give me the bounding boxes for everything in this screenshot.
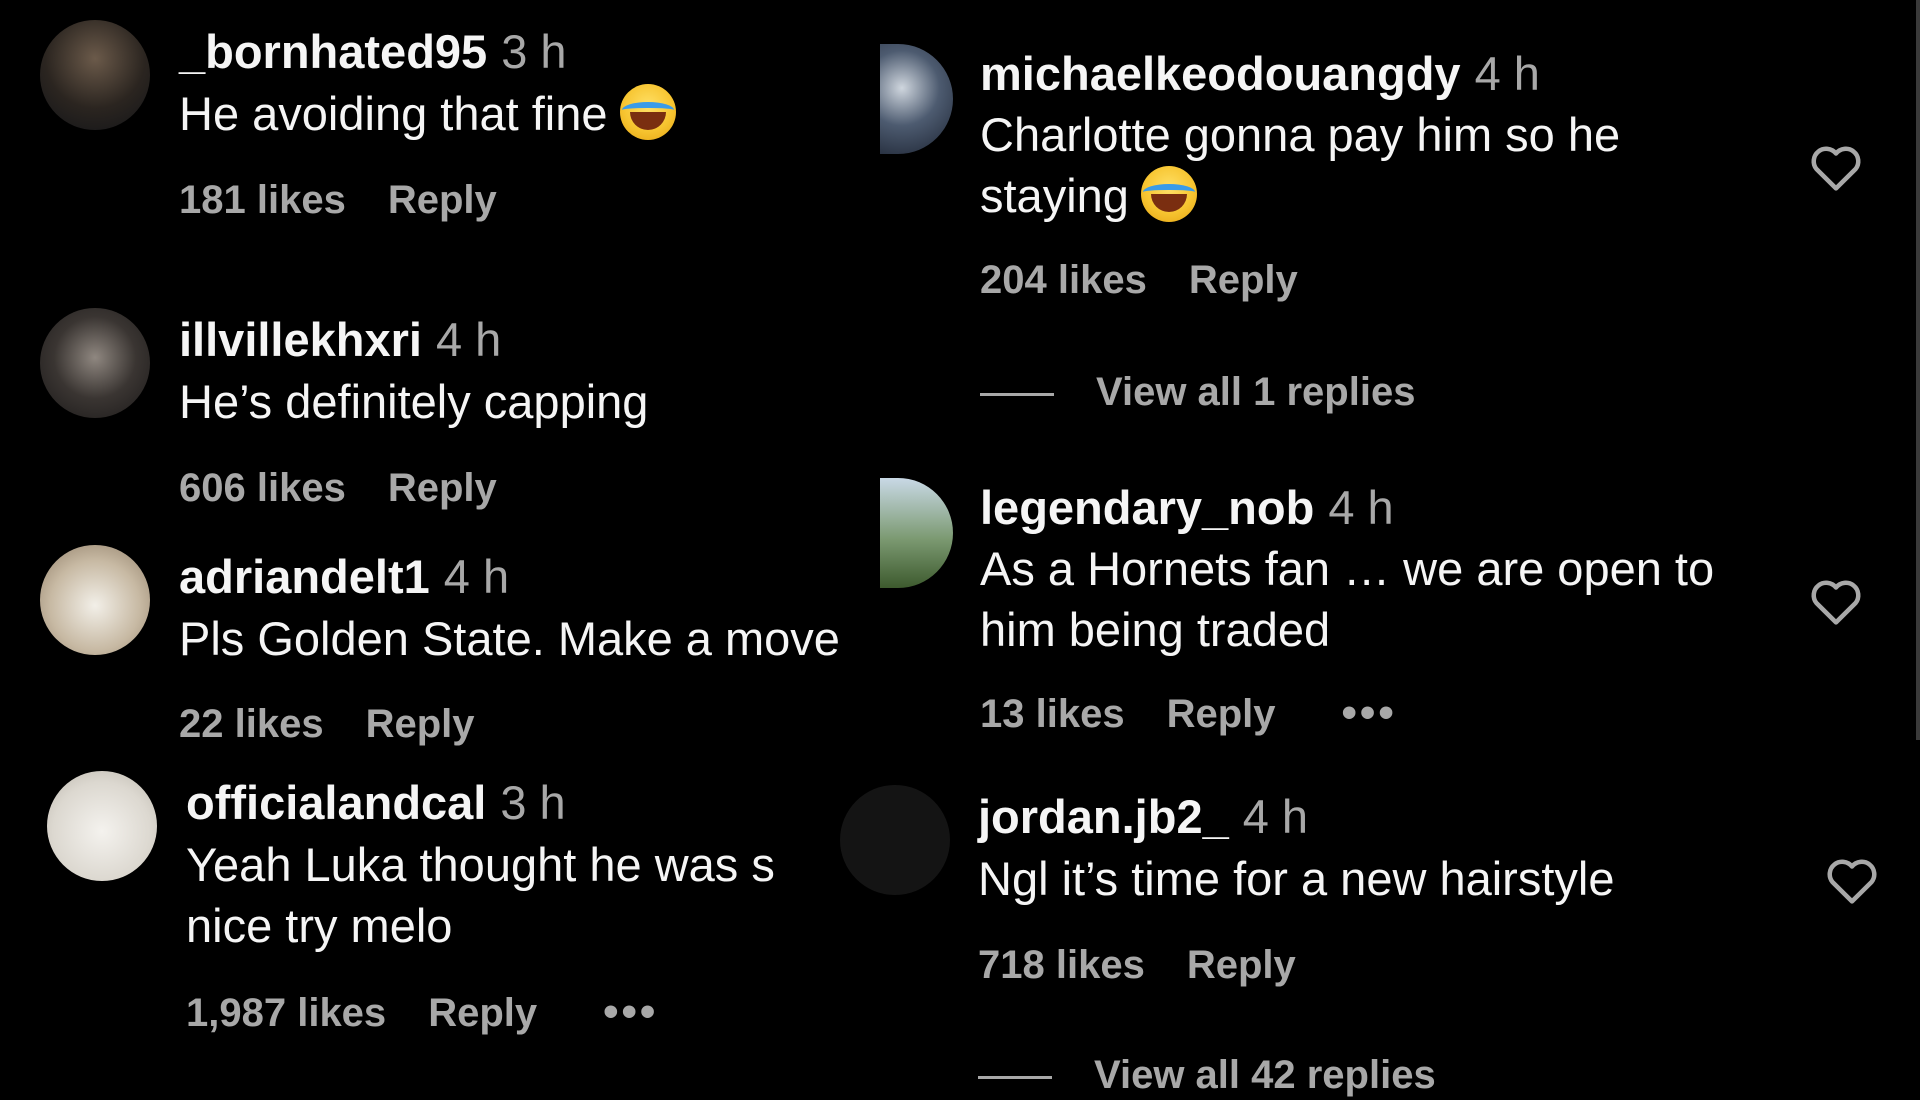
view-replies-button[interactable]: View all 42 replies [978, 1050, 1436, 1100]
avatar[interactable] [40, 545, 150, 655]
comment-actions: 718 likes Reply [978, 940, 1296, 990]
comment-text: Yeah Luka thought he was s nice try melo [186, 834, 775, 956]
username[interactable]: jordan.jb2_ [978, 790, 1229, 843]
likes-count[interactable]: 606 likes [179, 466, 346, 510]
username[interactable]: michaelkeodouangdy [980, 47, 1461, 100]
scrollbar[interactable] [1916, 0, 1920, 740]
view-replies-button[interactable]: View all 1 replies [980, 367, 1415, 417]
avatar[interactable] [47, 771, 157, 881]
comment-header: adriandelt1 4 h [179, 549, 509, 605]
reply-thread-line [978, 1075, 1052, 1079]
reply-button[interactable]: Reply [366, 702, 475, 746]
comment-text-line: Charlotte gonna pay him so he [980, 108, 1621, 161]
comment-text-line: He avoiding that fine [179, 87, 608, 140]
timestamp: 4 h [1328, 481, 1394, 534]
likes-count[interactable]: 22 likes [179, 702, 324, 746]
likes-count[interactable]: 13 likes [980, 692, 1125, 736]
reply-thread-line [980, 392, 1054, 396]
username[interactable]: adriandelt1 [179, 550, 430, 603]
comment-text-line: He’s definitely capping [179, 375, 649, 428]
reply-button[interactable]: Reply [1167, 692, 1276, 736]
likes-count[interactable]: 181 likes [179, 178, 346, 222]
avatar[interactable] [40, 20, 150, 130]
comment-text-line: As a Hornets fan … we are open to [980, 542, 1715, 595]
reply-button[interactable]: Reply [1187, 943, 1296, 987]
avatar[interactable] [840, 785, 950, 895]
more-options-icon[interactable]: ••• [1342, 688, 1397, 737]
timestamp: 4 h [1242, 790, 1309, 843]
comment-actions: 13 likes Reply ••• [980, 688, 1397, 739]
comment-actions: 22 likes Reply [179, 699, 475, 749]
comment-text: Pls Golden State. Make a move [179, 608, 840, 669]
reply-button[interactable]: Reply [1189, 258, 1298, 302]
comment-header: _bornhated95 3 h [179, 24, 567, 80]
username[interactable]: illvillekhxri [179, 313, 422, 366]
comments-column-right: michaelkeodouangdy 4 h Charlotte gonna pa… [840, 0, 1920, 1097]
timestamp: 4 h [443, 550, 510, 603]
comment-actions: 204 likes Reply [980, 255, 1298, 305]
comment-text-line: staying [980, 169, 1129, 222]
comment-actions: 181 likes Reply [179, 175, 497, 225]
comment-header: illvillekhxri 4 h [179, 312, 501, 368]
timestamp: 3 h [500, 776, 566, 829]
heart-outline-icon[interactable] [1825, 855, 1879, 905]
username[interactable]: officialandcal [186, 776, 486, 829]
face-with-tears-of-joy-icon [619, 84, 676, 140]
likes-count[interactable]: 718 likes [978, 943, 1145, 987]
reply-button[interactable]: Reply [428, 991, 537, 1035]
avatar[interactable] [40, 308, 150, 418]
comment-header: jordan.jb2_ 4 h [978, 789, 1308, 845]
comment-text-line: him being traded [980, 603, 1331, 656]
comment-text: Ngl it’s time for a new hairstyle [978, 848, 1614, 909]
username[interactable]: _bornhated95 [179, 25, 487, 78]
reply-button[interactable]: Reply [388, 466, 497, 510]
comment-text: Charlotte gonna pay him so he staying [980, 104, 1620, 226]
avatar[interactable] [880, 44, 953, 154]
timestamp: 3 h [501, 25, 567, 78]
comment-text: He’s definitely capping [179, 371, 648, 432]
reply-button[interactable]: Reply [388, 178, 497, 222]
comment-text-line: Yeah Luka thought he was s [186, 838, 775, 891]
comment-text-line: nice try melo [186, 899, 453, 952]
comment-text: As a Hornets fan … we are open to him be… [980, 538, 1714, 660]
comment-actions: 1,987 likes Reply ••• [186, 987, 658, 1038]
face-with-tears-of-joy-icon [1140, 166, 1197, 222]
comment-text-line: Ngl it’s time for a new hairstyle [978, 852, 1615, 905]
comment-actions: 606 likes Reply [179, 463, 497, 513]
comment-header: michaelkeodouangdy 4 h [980, 46, 1540, 102]
avatar[interactable] [880, 478, 953, 588]
more-options-icon[interactable]: ••• [603, 987, 658, 1036]
timestamp: 4 h [435, 313, 502, 366]
comment-text-line: Pls Golden State. Make a move [179, 612, 840, 665]
comment-text: He avoiding that fine [179, 83, 676, 144]
likes-count[interactable]: 1,987 likes [186, 991, 386, 1035]
comments-column-left: _bornhated95 3 h He avoiding that fine 18… [0, 0, 880, 1080]
timestamp: 4 h [1474, 47, 1540, 100]
view-replies-label: View all 42 replies [1094, 1053, 1436, 1097]
comment-header: officialandcal 3 h [186, 775, 566, 831]
comment-header: legendary_nob 4 h [980, 480, 1394, 536]
likes-count[interactable]: 204 likes [980, 258, 1147, 302]
heart-outline-icon[interactable] [1809, 142, 1863, 192]
username[interactable]: legendary_nob [980, 481, 1314, 534]
heart-outline-icon[interactable] [1809, 576, 1863, 626]
view-replies-label: View all 1 replies [1096, 370, 1416, 414]
